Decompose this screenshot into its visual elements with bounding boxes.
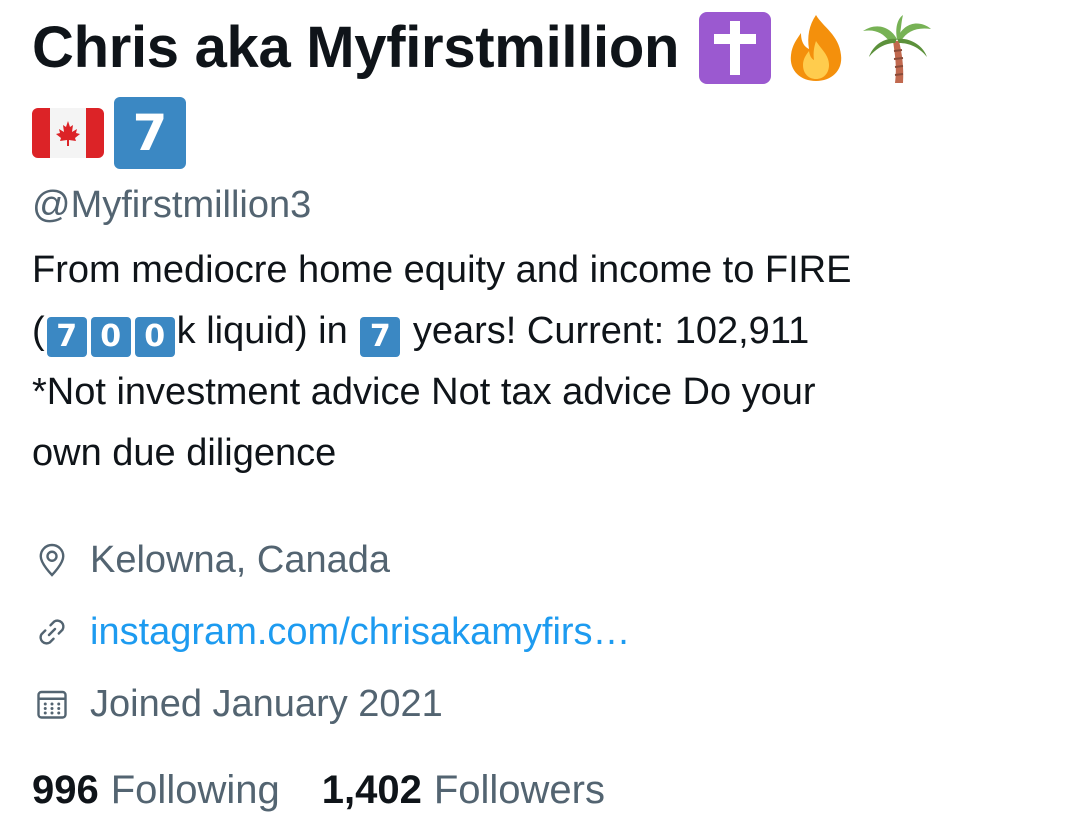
- user-handle: @Myfirstmillion3: [32, 184, 312, 226]
- keycap-digit-icon: 7: [46, 316, 87, 357]
- location-text: Kelowna, Canada: [90, 538, 390, 581]
- website-row[interactable]: instagram.com/chrisakamyfirs…: [32, 596, 1052, 668]
- location-pin-icon: [32, 540, 72, 580]
- palm-tree-emoji-icon: [863, 15, 932, 83]
- bio-text: (: [32, 310, 45, 352]
- profile-header: Chris aka Myfirstmillion 7 @Myfirstmilli…: [32, 0, 1052, 822]
- bio-line: (7 0 0 k liquid) in 7 years! Current: 102,9…: [32, 301, 1042, 362]
- location-row: Kelowna, Canada: [32, 524, 1052, 596]
- joined-row: Joined January 2021: [32, 668, 1052, 740]
- following-count: 996: [32, 767, 99, 812]
- display-name: Chris aka Myfirstmillion: [32, 15, 680, 80]
- joined-text: Joined January 2021: [90, 682, 443, 725]
- keycap-seven-emoji-icon: 7: [114, 97, 186, 169]
- keycap-digit-icon: 7: [360, 316, 401, 357]
- display-name-row: Chris aka Myfirstmillion: [32, 0, 1052, 96]
- bio-text: k liquid) in: [176, 310, 348, 352]
- following-link[interactable]: 996 Following: [32, 768, 280, 813]
- follow-counts: 996 Following 1,402 Followers: [32, 758, 1052, 822]
- bio-line: *Not investment advice Not tax advice Do…: [32, 371, 816, 413]
- fire-emoji-icon: [790, 15, 842, 81]
- latin-cross-emoji-icon: [699, 12, 772, 84]
- bio-line: From mediocre home equity and income to …: [32, 249, 852, 291]
- website-link[interactable]: instagram.com/chrisakamyfirs…: [90, 611, 631, 654]
- profile-meta: Kelowna, Canada instagram.com/chrisakamy…: [32, 524, 1052, 740]
- followers-link[interactable]: 1,402 Followers: [322, 768, 605, 813]
- display-name-row-2: 7: [32, 96, 1052, 170]
- following-label: Following: [110, 767, 280, 812]
- bio: From mediocre home equity and income to …: [32, 240, 1042, 484]
- followers-label: Followers: [433, 767, 605, 812]
- keycap-digit-icon: 0: [134, 316, 175, 357]
- bio-text: years! Current: 102,911: [412, 310, 810, 352]
- link-icon: [32, 612, 72, 652]
- keycap-digit-icon: 0: [90, 316, 131, 357]
- followers-count: 1,402: [321, 767, 422, 812]
- bio-line: own due diligence: [32, 432, 337, 474]
- canada-flag-emoji-icon: [32, 108, 104, 158]
- calendar-icon: [32, 684, 72, 724]
